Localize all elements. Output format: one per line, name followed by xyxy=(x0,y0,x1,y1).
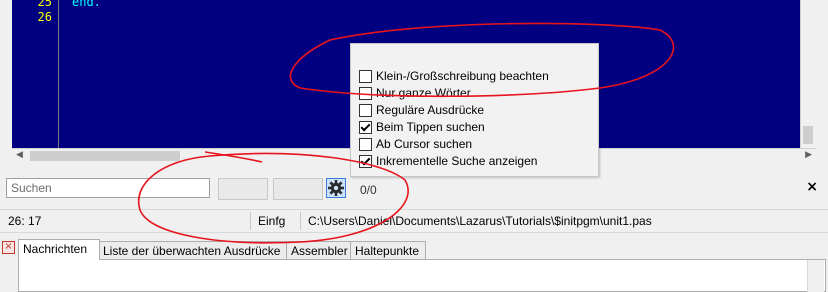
option-label: Reguläre Ausdrücke xyxy=(376,103,485,117)
option-regex[interactable]: Reguläre Ausdrücke xyxy=(359,102,484,118)
scroll-left-icon[interactable]: ◀ xyxy=(16,150,23,160)
checkbox[interactable] xyxy=(359,137,372,151)
messages-scrollbar[interactable] xyxy=(807,260,824,292)
checkbox[interactable] xyxy=(359,154,372,168)
gear-icon xyxy=(328,180,344,196)
option-search-while-typing[interactable]: Beim Tippen suchen xyxy=(359,119,485,135)
tab-watch-list[interactable]: Liste der überwachten Ausdrücke xyxy=(98,241,289,260)
search-options-menu: Klein-/Großschreibung beachten Nur ganze… xyxy=(350,43,599,177)
search-input[interactable] xyxy=(6,178,210,198)
tab-assembler[interactable]: Assembler xyxy=(286,241,351,260)
option-whole-words[interactable]: Nur ganze Wörter xyxy=(359,85,471,101)
tab-nachrichten[interactable]: Nachrichten xyxy=(18,239,100,260)
scrollbar-thumb[interactable] xyxy=(30,151,180,161)
line-number: 26 xyxy=(37,10,52,24)
option-from-cursor[interactable]: Ab Cursor suchen xyxy=(359,136,472,152)
incremental-search-bar: 0/0 × xyxy=(0,174,828,204)
checkbox[interactable] xyxy=(359,86,372,100)
cursor-position: 26: 17 xyxy=(8,214,42,228)
option-label: Ab Cursor suchen xyxy=(376,137,473,151)
scrollbar-thumb[interactable] xyxy=(803,126,813,144)
option-label: Beim Tippen suchen xyxy=(376,120,485,134)
find-previous-button[interactable] xyxy=(218,178,268,200)
search-options-button[interactable] xyxy=(326,178,346,198)
find-next-button[interactable] xyxy=(273,178,323,200)
match-count: 0/0 xyxy=(360,183,377,197)
gutter-divider xyxy=(58,0,59,148)
status-bar: 26: 17 Einfg C:\Users\Daniel\Documents\L… xyxy=(0,209,828,233)
status-divider xyxy=(250,212,251,230)
close-pane-icon[interactable]: × xyxy=(2,241,15,254)
editor-vertical-scrollbar[interactable] xyxy=(800,0,817,148)
tab-breakpoints[interactable]: Haltepunkte xyxy=(350,241,426,260)
option-label: Nur ganze Wörter xyxy=(376,86,471,100)
code-line: end. xyxy=(72,0,101,9)
scroll-right-icon[interactable]: ▶ xyxy=(805,150,812,160)
checkbox[interactable] xyxy=(359,103,372,117)
option-case-sensitive[interactable]: Klein-/Großschreibung beachten xyxy=(359,68,549,84)
checkbox[interactable] xyxy=(359,69,372,83)
close-icon[interactable]: × xyxy=(806,179,818,195)
messages-list[interactable] xyxy=(18,259,826,292)
option-label: Inkrementelle Suche anzeigen xyxy=(376,154,538,168)
status-divider xyxy=(300,212,301,230)
option-label: Klein-/Großschreibung beachten xyxy=(376,69,549,83)
insert-mode: Einfg xyxy=(258,214,286,228)
checkbox[interactable] xyxy=(359,120,372,134)
file-path: C:\Users\Daniel\Documents\Lazarus\Tutori… xyxy=(308,214,652,228)
line-number: 25 xyxy=(37,0,52,9)
messages-pane: × Nachrichten Liste der überwachten Ausd… xyxy=(0,238,828,292)
option-incremental-search[interactable]: Inkrementelle Suche anzeigen xyxy=(359,153,537,169)
line-number-gutter: 25 26 xyxy=(12,0,58,148)
